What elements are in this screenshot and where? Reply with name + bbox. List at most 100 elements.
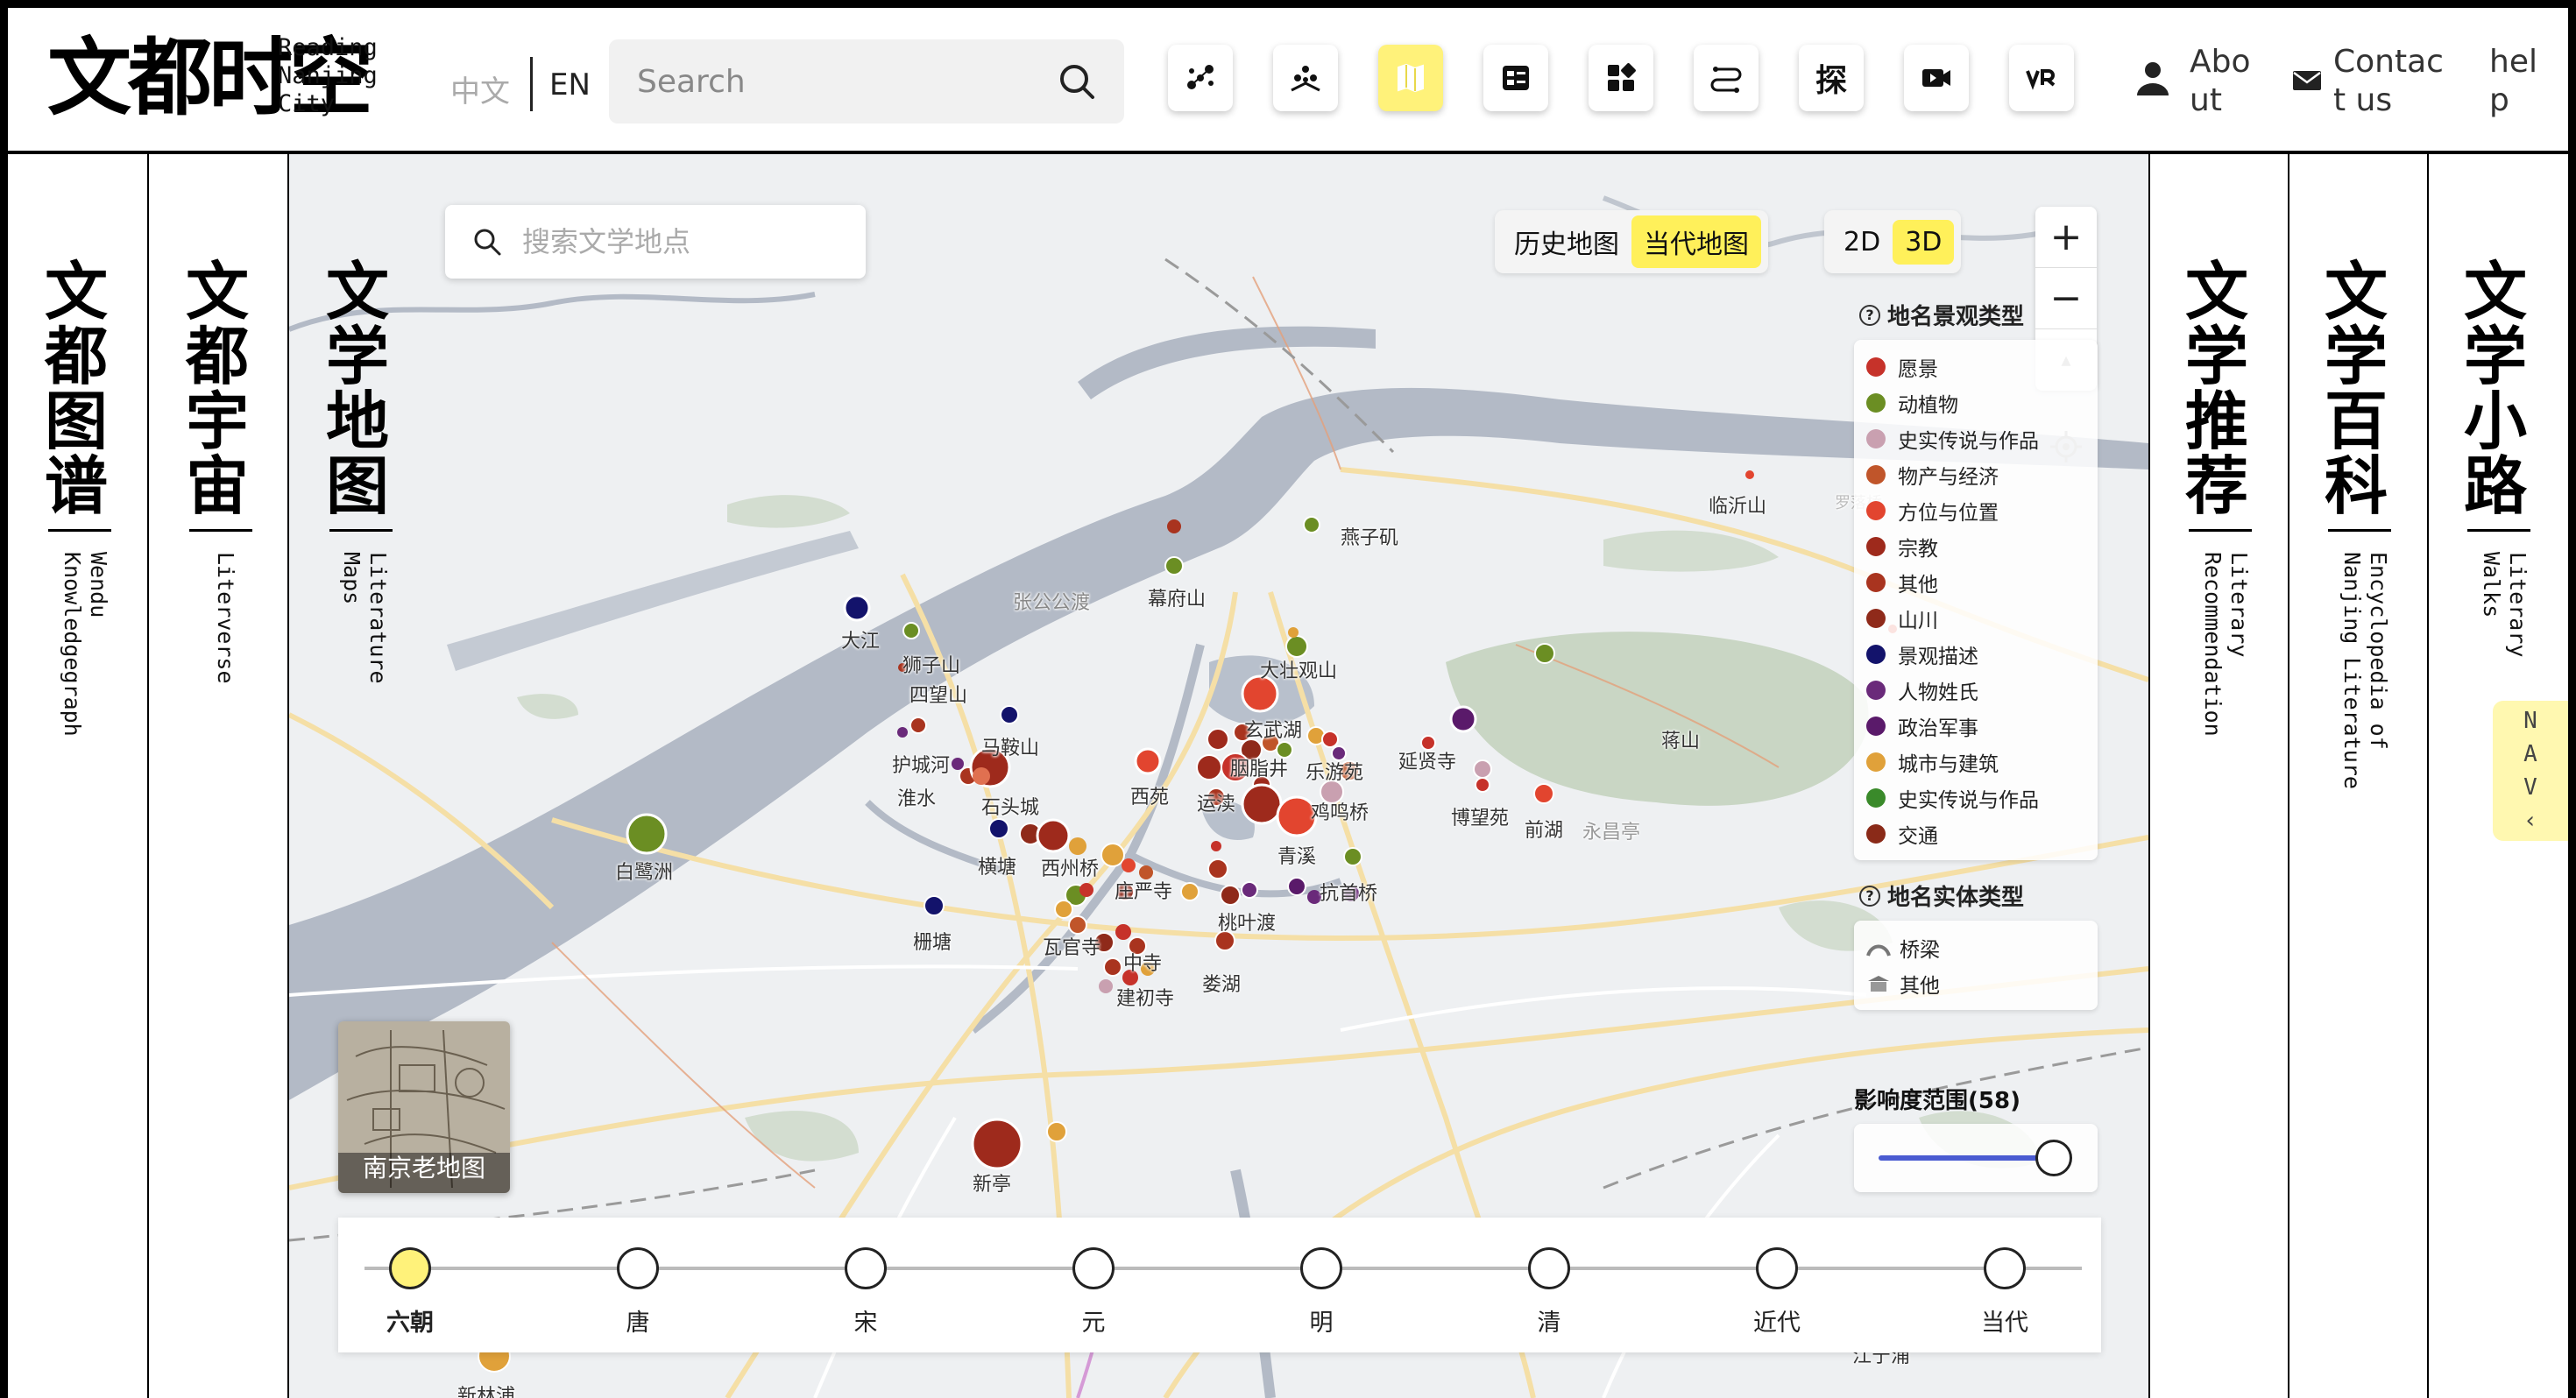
place-label[interactable]: 前湖 xyxy=(1525,815,1563,843)
range-slider-track[interactable] xyxy=(1879,1155,2054,1161)
place-label[interactable]: 大壮观山 xyxy=(1260,655,1337,683)
timeline-node[interactable] xyxy=(845,1247,887,1289)
legend-item[interactable]: 景观描述 xyxy=(1866,636,2085,672)
panel-knowledgegraph[interactable]: 文都图谱 Wendu Knowledgegraph xyxy=(8,154,149,1398)
legend-item[interactable]: 人物姓氏 xyxy=(1866,672,2085,708)
place-label[interactable]: 永昌亭 xyxy=(1582,816,1640,844)
entity-item-other[interactable]: 其他 xyxy=(1866,965,2085,1001)
map-icon[interactable] xyxy=(1378,45,1443,111)
legend-item[interactable]: 宗教 xyxy=(1866,528,2085,564)
place-label[interactable]: 鸡鸣桥 xyxy=(1311,797,1369,825)
place-label[interactable]: 娄湖 xyxy=(1202,969,1241,997)
legend-item[interactable]: 愿景 xyxy=(1866,349,2085,385)
place-label[interactable]: 庄严寺 xyxy=(1115,876,1172,904)
legend-item[interactable]: 政治军事 xyxy=(1866,708,2085,744)
network-icon[interactable] xyxy=(1168,45,1233,111)
place-label[interactable]: 新林浦 xyxy=(457,1380,515,1398)
legend-item[interactable]: 史实传说与作品 xyxy=(1866,780,2085,816)
range-slider-handle[interactable] xyxy=(2035,1140,2072,1176)
timeline-label[interactable]: 唐 xyxy=(585,1303,690,1338)
lang-zh-button[interactable]: 中文 xyxy=(450,67,510,110)
lang-en-button[interactable]: EN xyxy=(549,67,591,102)
help-icon[interactable]: ? xyxy=(1859,885,1880,907)
timeline-node[interactable] xyxy=(1984,1247,2026,1289)
about-link[interactable]: Abo ut xyxy=(2132,43,2251,120)
search-input[interactable] xyxy=(637,59,1040,104)
contact-link[interactable]: Contac t us xyxy=(2291,43,2444,120)
timeline-node[interactable] xyxy=(1300,1247,1342,1289)
grid-icon[interactable] xyxy=(1589,45,1653,111)
timeline-label[interactable]: 宋 xyxy=(813,1303,918,1338)
legend-item[interactable]: 物产与经济 xyxy=(1866,456,2085,492)
legend-item[interactable]: 山川 xyxy=(1866,600,2085,636)
legend-item[interactable]: 城市与建筑 xyxy=(1866,744,2085,780)
place-label[interactable]: 狮子山 xyxy=(902,650,960,678)
timeline-label[interactable]: 六朝 xyxy=(357,1303,463,1338)
timeline-label[interactable]: 元 xyxy=(1041,1303,1146,1338)
timeline-label[interactable]: 明 xyxy=(1269,1303,1374,1338)
explore-button[interactable]: 探 xyxy=(1799,45,1864,111)
search-icon[interactable] xyxy=(471,226,503,258)
timeline-label[interactable]: 近代 xyxy=(1724,1303,1829,1338)
timeline-label[interactable]: 清 xyxy=(1497,1303,1602,1338)
place-label[interactable]: 中寺 xyxy=(1123,948,1162,976)
old-map-thumbnail[interactable]: 南京老地图 xyxy=(338,1021,510,1193)
place-label[interactable]: 青溪 xyxy=(1277,841,1316,869)
place-label[interactable]: 张公公渡 xyxy=(1013,587,1090,615)
place-label[interactable]: 马鞍山 xyxy=(981,732,1039,760)
place-label[interactable]: 横塘 xyxy=(978,851,1016,879)
legend-item[interactable]: 史实传说与作品 xyxy=(1866,420,2085,456)
place-label[interactable]: 四望山 xyxy=(909,680,967,708)
timeline-node[interactable] xyxy=(1756,1247,1798,1289)
nav-toggle-tab[interactable]: N A V ‹ xyxy=(2493,701,2568,841)
panel-recommendation[interactable]: 文学推荐 Literary Recommendation xyxy=(2148,154,2289,1398)
vr-icon[interactable] xyxy=(2009,45,2074,111)
place-label[interactable]: 临沂山 xyxy=(1709,491,1766,519)
place-label[interactable]: 西州桥 xyxy=(1041,853,1099,881)
cluster-icon[interactable] xyxy=(1273,45,1338,111)
place-label[interactable]: 桃叶渡 xyxy=(1218,907,1276,936)
video-icon[interactable] xyxy=(1904,45,1969,111)
place-label[interactable]: 淮水 xyxy=(897,783,936,811)
place-label[interactable]: 石头城 xyxy=(981,792,1039,820)
place-label[interactable]: 幕府山 xyxy=(1148,583,1206,611)
place-label[interactable]: 护城河 xyxy=(892,750,950,778)
place-label[interactable]: 延贤寺 xyxy=(1398,746,1456,774)
list-icon[interactable] xyxy=(1483,45,1548,111)
legend-item[interactable]: 方位与位置 xyxy=(1866,492,2085,528)
route-icon[interactable] xyxy=(1694,45,1759,111)
help-icon[interactable]: ? xyxy=(1859,304,1880,326)
place-label[interactable]: 栅塘 xyxy=(913,927,952,955)
place-label[interactable]: 新亭 xyxy=(973,1169,1011,1197)
legend-item[interactable]: 动植物 xyxy=(1866,385,2085,420)
panel-encyclopedia[interactable]: 文学百科 Encyclopedia of Nanjing Literature xyxy=(2289,154,2429,1398)
place-label[interactable]: 玄武湖 xyxy=(1244,715,1302,743)
timeline-node[interactable] xyxy=(389,1247,431,1289)
place-label[interactable]: 乐游苑 xyxy=(1306,757,1363,785)
timeline-node[interactable] xyxy=(617,1247,659,1289)
modern-map-tab[interactable]: 当代地图 xyxy=(1631,215,1761,268)
place-label[interactable]: 瓦官寺 xyxy=(1043,932,1100,960)
panel-literverse[interactable]: 文都宇宙 Literverse xyxy=(149,154,289,1398)
place-label[interactable]: 西苑 xyxy=(1130,781,1169,809)
place-label[interactable]: 燕子矶 xyxy=(1341,522,1398,550)
legend-item[interactable]: 其他 xyxy=(1866,564,2085,600)
legend-item[interactable]: 交通 xyxy=(1866,816,2085,851)
place-label[interactable]: 胭脂井 xyxy=(1230,753,1288,781)
2d-tab[interactable]: 2D xyxy=(1831,220,1893,265)
literature-map[interactable]: 燕子矶 临沂山 罗落桥 张公公渡 幕府山 大江 狮子山 四望山 马鞍山 护城河 … xyxy=(289,154,2148,1398)
place-label[interactable]: 建初寺 xyxy=(1116,983,1174,1011)
place-label[interactable]: 大江 xyxy=(841,625,880,653)
timeline-node[interactable] xyxy=(1528,1247,1570,1289)
place-label[interactable]: 运渎 xyxy=(1197,788,1235,816)
place-label[interactable]: 抗首桥 xyxy=(1320,878,1377,906)
search-icon[interactable] xyxy=(1056,60,1098,102)
timeline-node[interactable] xyxy=(1072,1247,1115,1289)
entity-item-bridge[interactable]: 桥梁 xyxy=(1866,929,2085,965)
historic-map-tab[interactable]: 历史地图 xyxy=(1502,215,1631,268)
place-label[interactable]: 白鹭洲 xyxy=(615,857,673,885)
timeline-label[interactable]: 当代 xyxy=(1952,1303,2057,1338)
zoom-in-button[interactable]: + xyxy=(2035,207,2097,268)
3d-tab[interactable]: 3D xyxy=(1893,219,1955,265)
place-label[interactable]: 博望苑 xyxy=(1451,802,1509,830)
